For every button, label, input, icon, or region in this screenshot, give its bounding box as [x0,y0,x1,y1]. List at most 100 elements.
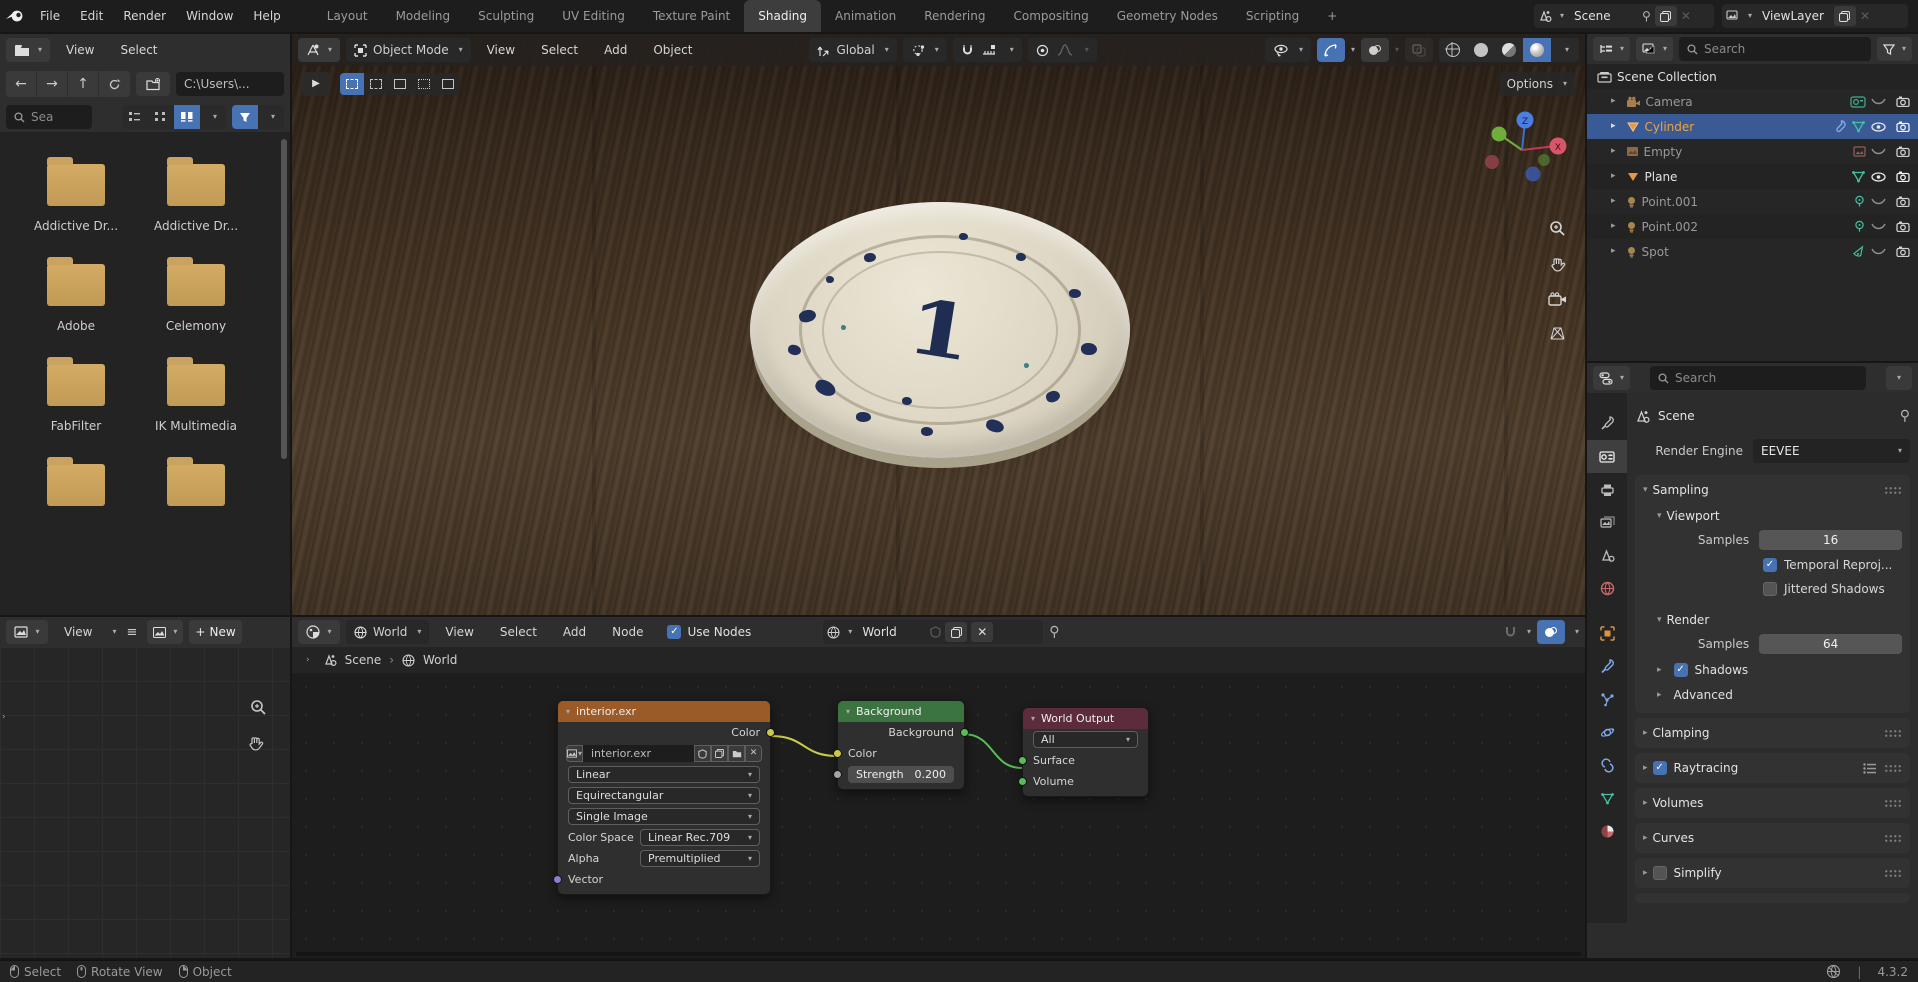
parent-dir-button[interactable]: ↑ [68,71,99,97]
tab-scene[interactable] [1587,539,1627,572]
tab-tool[interactable] [1587,407,1627,440]
show-object-types-dropdown[interactable]: ▾ [1265,38,1311,62]
display-settings-dropdown[interactable]: ▾ [200,105,226,129]
menu-file[interactable]: File [30,10,70,22]
ne-menu-node[interactable]: Node [602,626,653,638]
tab-animation[interactable]: Animation [821,0,910,32]
xray-toggle-button[interactable] [1405,38,1433,62]
folder-item[interactable]: FabFilter [16,364,136,432]
menu-help[interactable]: Help [243,10,290,22]
tab-render[interactable] [1587,440,1627,473]
image-editor-canvas[interactable]: › [0,647,290,958]
projection-dropdown[interactable]: Equirectangular▾ [568,787,760,804]
properties-search-input[interactable]: Search [1650,366,1866,390]
viewport-samples-field[interactable]: 16 [1759,530,1902,550]
viewport-3d[interactable]: 1 ▾ [292,34,1585,615]
ie-menu-view[interactable]: View [54,626,102,638]
select-intersect-button[interactable] [436,73,460,95]
ne-menu-add[interactable]: Add [553,626,596,638]
magnet-icon[interactable] [961,44,974,57]
add-workspace-button[interactable]: + [1313,0,1351,32]
select-subtract-button[interactable] [388,73,412,95]
vp-menu-select[interactable]: Select [531,44,588,56]
viewlayer-selector[interactable]: ▾ ViewLayer ✕ [1722,4,1908,28]
disable-render-camera-icon[interactable] [1896,96,1910,107]
tab-world[interactable] [1587,572,1627,605]
rendered-shading-button[interactable] [1523,38,1551,62]
tab-physics[interactable] [1587,716,1627,749]
tab-texture-paint[interactable]: Texture Paint [639,0,744,32]
forward-button[interactable]: → [37,71,68,97]
outliner-collection-filter-button[interactable]: ▾ [1636,37,1673,61]
fb-scrollbar[interactable] [281,139,287,459]
ceramic-chip[interactable]: 1 [750,202,1130,458]
advanced-subpanel-header[interactable]: ▸Advanced [1643,683,1902,707]
wireframe-shading-button[interactable] [1439,38,1467,62]
folder-item[interactable] [136,464,256,520]
image-browse-button[interactable]: ▾ [566,745,583,762]
outliner-row-cylinder[interactable]: ▸ Cylinder [1587,114,1918,139]
tab-object[interactable] [1587,617,1627,650]
tab-compositing[interactable]: Compositing [999,0,1102,32]
navigation-gizmo[interactable]: Z X [1470,96,1580,196]
background-output-socket[interactable] [960,728,969,737]
ie-editor-type-button[interactable]: ▾ [6,620,48,644]
fb-menu-view[interactable]: View [56,44,104,56]
unlink-datablock-button[interactable]: ✕ [971,622,993,642]
ie-zoom-icon[interactable] [250,699,267,716]
disable-render-camera-icon[interactable] [1896,221,1910,232]
ie-image-browse-button[interactable]: ▾ [147,620,183,644]
tab-modeling[interactable]: Modeling [382,0,465,32]
ne-magnet-icon[interactable] [1504,626,1517,639]
path-field[interactable]: C:\Users\... [176,72,284,96]
folder-item[interactable]: IK Multimedia [136,364,256,432]
proportional-edit-icon[interactable] [1036,44,1049,57]
snap-dropdown[interactable]: ▾ [1010,46,1014,54]
properties-options-dropdown[interactable]: ▾ [1886,366,1912,390]
perspective-toggle-icon[interactable] [1549,326,1566,341]
zoom-icon[interactable] [1549,220,1566,237]
unlink-scene-button[interactable]: ✕ [1681,10,1691,22]
shading-dropdown[interactable]: ▾ [1551,38,1579,62]
scene-collection-row[interactable]: Scene Collection [1587,64,1918,89]
camera-view-icon[interactable] [1548,292,1567,307]
hide-eye-closed-icon[interactable] [1871,223,1886,231]
world-datablock-widget[interactable]: ▾ World ✕ [823,620,1043,644]
temporal-reprojection-toggle[interactable]: ✓Temporal Reproj... [1643,553,1902,577]
options-dropdown[interactable]: Options▾ [1499,72,1575,96]
tab-uv-editing[interactable]: UV Editing [548,0,639,32]
solid-shading-button[interactable] [1467,38,1495,62]
hamburger-icon[interactable]: ≡ [127,626,138,639]
falloff-curve-icon[interactable] [1057,44,1073,56]
shader-node-editor[interactable]: ▾ World▾ View Select Add Node ✓Use Nodes… [292,617,1585,958]
disable-render-camera-icon[interactable] [1896,171,1910,182]
pivot-point-dropdown[interactable]: ▾ [903,38,947,62]
image-open-button[interactable] [728,745,745,762]
new-scene-button[interactable] [1655,6,1677,26]
new-viewlayer-button[interactable] [1834,6,1856,26]
render-subpanel-header[interactable]: ▾Render [1657,611,1902,629]
back-button[interactable]: ← [6,71,37,97]
new-folder-button[interactable] [136,72,170,96]
fb-search-input[interactable]: Sea [6,105,92,129]
scene-selector[interactable]: ▾ Scene ⚲ ✕ [1534,4,1714,28]
outliner-row-point001[interactable]: ▸ Point.001 [1587,189,1918,214]
ne-horizontal-scrollbar[interactable] [296,952,1581,956]
image-editor[interactable]: ▾ View ▾ ≡ ▾ +New › [0,617,290,958]
new-image-button[interactable]: +New [189,620,241,644]
image-fake-user-button[interactable] [694,745,711,762]
overlays-toggle-button[interactable] [1361,38,1389,62]
jittered-shadows-toggle[interactable]: Jittered Shadows [1643,577,1902,601]
partial-panel[interactable] [1635,893,1910,903]
ne-menu-select[interactable]: Select [490,626,547,638]
hide-eye-closed-icon[interactable] [1871,148,1886,156]
fake-user-shield-icon[interactable] [930,626,941,638]
folder-item[interactable]: Adobe [16,264,136,332]
outliner-row-spot[interactable]: ▸ Spot [1587,239,1918,264]
vertical-list-button[interactable] [122,105,148,129]
ie-pan-hand-icon[interactable] [247,735,264,752]
raytracing-panel[interactable]: ▸✓Raytracing [1635,753,1910,783]
horizontal-list-button[interactable] [148,105,174,129]
background-color-socket[interactable] [833,749,842,758]
vp-menu-view[interactable]: View [477,44,525,56]
